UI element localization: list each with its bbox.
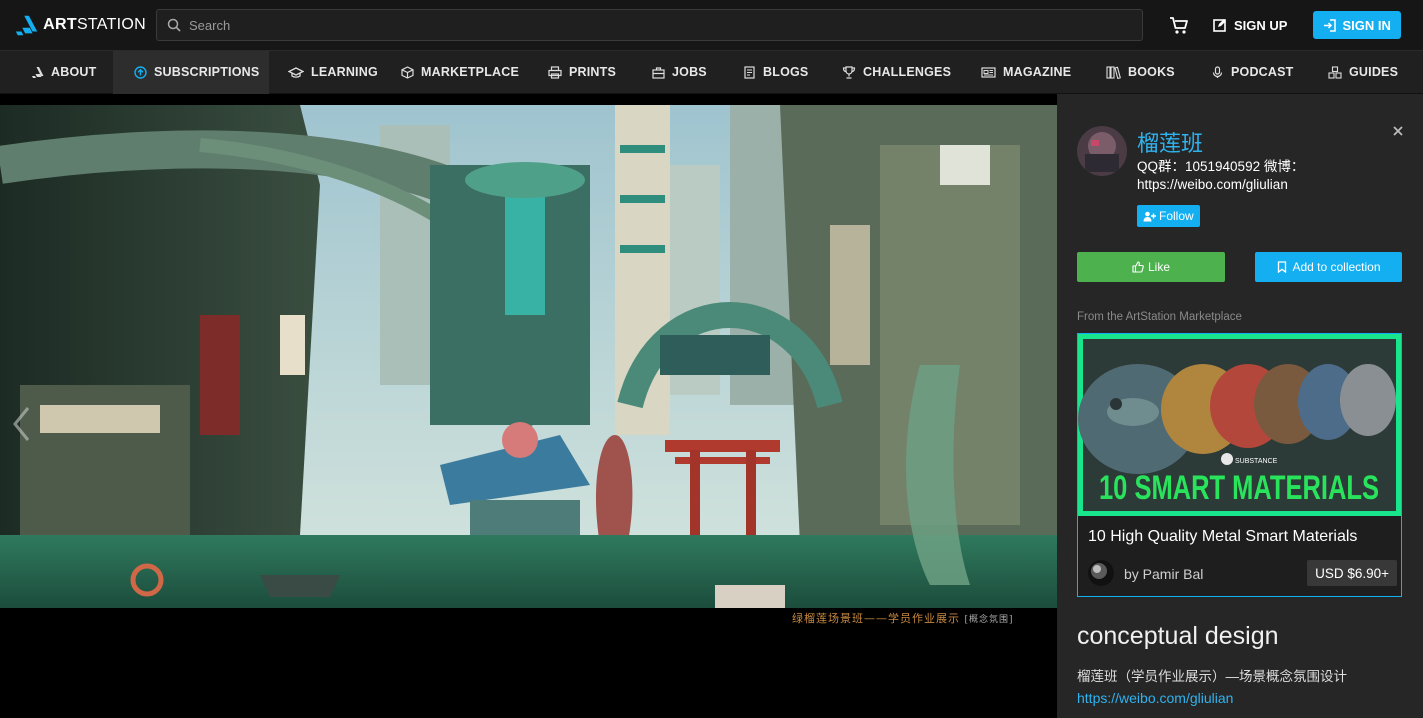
nav-label: GUIDES (1349, 65, 1399, 79)
trophy-icon (842, 65, 856, 79)
nav-label: LEARNING (311, 65, 378, 79)
previous-arrow-icon[interactable] (10, 404, 32, 444)
artstation-logo-icon (15, 15, 38, 36)
product-banner: SUBSTANCE 10 SMART MATERIALS (1078, 334, 1401, 516)
nav-magazine[interactable]: MAGAZINE (981, 51, 1106, 94)
nav-marketplace[interactable]: MARKETPLACE (401, 51, 548, 94)
brand-wordmark: ARTSTATION (43, 16, 146, 33)
product-image[interactable]: SUBSTANCE 10 SMART MATERIALS (1078, 334, 1401, 516)
nav-label: PRINTS (569, 65, 617, 79)
banner-brand: SUBSTANCE (1235, 458, 1278, 465)
nav-subscriptions[interactable]: SUBSCRIPTIONS (113, 50, 269, 94)
artist-avatar-image (1077, 126, 1127, 176)
pencil-square-icon (1213, 19, 1226, 32)
printer-icon (548, 65, 562, 79)
nav-podcast[interactable]: PODCAST (1211, 51, 1328, 94)
search-input[interactable] (189, 17, 1089, 33)
artist-bio: QQ群：1051940592 微博：https://weibo.com/gliu… (1137, 159, 1305, 192)
nav-prints[interactable]: PRINTS (548, 51, 652, 94)
follow-label: Follow (1159, 209, 1194, 223)
bookmark-icon (1278, 261, 1287, 273)
books-icon (1106, 65, 1121, 79)
nav-label: ABOUT (51, 65, 97, 79)
nav-books[interactable]: BOOKS (1106, 51, 1211, 94)
nav-label: PODCAST (1231, 65, 1294, 79)
top-bar: ARTSTATION SIGN UP SIGN IN (0, 0, 1423, 51)
follow-button[interactable]: Follow (1137, 205, 1200, 227)
artstation-logo[interactable]: ARTSTATION (14, 13, 146, 37)
artwork-viewer: 绿榴莲场景班——学员作业展示 [概念氛围] (0, 94, 1057, 718)
nav-learning[interactable]: LEARNING (288, 51, 393, 94)
price-badge: USD $6.90+ (1307, 560, 1397, 586)
nav-label: BLOGS (763, 65, 809, 79)
artist-avatar[interactable] (1077, 126, 1127, 176)
artstation-small-icon (32, 66, 44, 78)
microphone-icon (1212, 65, 1223, 78)
sign-in-icon (1324, 18, 1337, 32)
sign-up-label: SIGN UP (1234, 17, 1288, 33)
like-button[interactable]: Like (1077, 252, 1225, 282)
artwork-sidebar: 榴莲班 QQ群：1051940592 微博：https://weibo.com/… (1057, 94, 1423, 718)
caption-main: 绿榴莲场景班——学员作业展示 (792, 612, 960, 625)
collection-label: Add to collection (1292, 260, 1381, 274)
cart-icon[interactable] (1169, 15, 1189, 35)
nav-label: BOOKS (1128, 65, 1175, 79)
circle-arrow-up-icon (134, 65, 147, 79)
nav-label: JOBS (672, 65, 707, 79)
boxes-icon (1328, 65, 1342, 79)
artwork-link[interactable]: https://weibo.com/gliulian (1077, 690, 1233, 706)
nav-about[interactable]: ABOUT (31, 51, 113, 94)
nav-label: SUBSCRIPTIONS (154, 65, 260, 79)
artwork-description: 榴莲班（学员作业展示）—场景概念氛围设计 (1077, 669, 1347, 684)
seller-name[interactable]: by Pamir Bal (1124, 566, 1203, 582)
marketplace-section-label: From the ArtStation Marketplace (1077, 311, 1242, 323)
sign-in-label: SIGN IN (1342, 17, 1391, 33)
artist-name[interactable]: 榴莲班 (1137, 126, 1203, 158)
product-title[interactable]: 10 High Quality Metal Smart Materials (1088, 528, 1357, 546)
caption-tag: [概念氛围] (964, 615, 1014, 625)
cube-icon (401, 65, 414, 79)
artwork-illustration (0, 105, 1057, 608)
nav-guides[interactable]: GUIDES (1328, 51, 1418, 94)
search-icon (167, 18, 181, 32)
seller-avatar (1088, 560, 1114, 586)
briefcase-icon (652, 66, 665, 79)
user-plus-icon (1143, 211, 1156, 221)
banner-headline: 10 SMART MATERIALS (1099, 469, 1379, 507)
thumbs-up-icon (1132, 261, 1144, 273)
nav-label: MARKETPLACE (421, 65, 520, 79)
nav-label: MAGAZINE (1003, 65, 1072, 79)
main-nav: ABOUT SUBSCRIPTIONS LEARNING MARKETPLACE… (0, 50, 1423, 94)
newspaper-icon (981, 66, 996, 78)
add-to-collection-button[interactable]: Add to collection (1255, 252, 1402, 282)
artwork-caption: 绿榴莲场景班——学员作业展示 [概念氛围] (792, 610, 1014, 626)
nav-blogs[interactable]: BLOGS (743, 51, 842, 94)
artwork-image[interactable] (0, 105, 1057, 608)
marketplace-product-card[interactable]: SUBSTANCE 10 SMART MATERIALS 10 High Qua… (1077, 333, 1402, 597)
nav-challenges[interactable]: CHALLENGES (842, 51, 981, 94)
nav-label: CHALLENGES (863, 65, 952, 79)
sign-in-button[interactable]: SIGN IN (1313, 11, 1401, 39)
nav-jobs[interactable]: JOBS (652, 51, 743, 94)
close-icon[interactable] (1391, 124, 1405, 138)
artwork-title: conceptual design (1077, 622, 1279, 650)
like-label: Like (1147, 260, 1170, 274)
document-icon (744, 65, 755, 79)
sign-up-button[interactable]: SIGN UP (1213, 18, 1287, 33)
search-box[interactable] (156, 9, 1143, 41)
seller-avatar-image (1088, 560, 1114, 586)
graduation-cap-icon (288, 66, 304, 78)
